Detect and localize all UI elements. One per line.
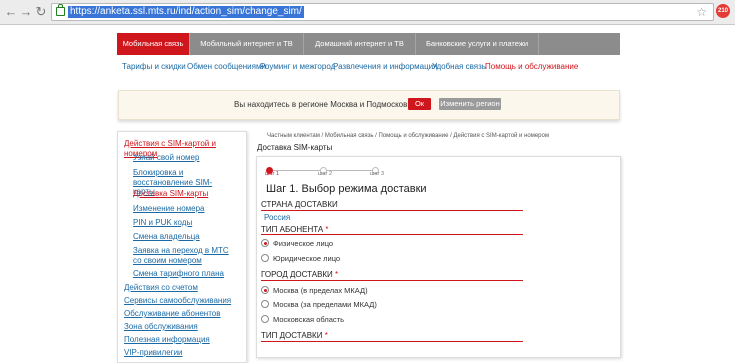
region-banner: Вы находитесь в регионе Москва и Подмоск… [118, 90, 620, 120]
required-mark: * [324, 331, 328, 340]
radio-label: Московская область [273, 315, 344, 324]
radio-button-selected[interactable] [261, 239, 269, 247]
subnav-convenient[interactable]: Удобная связь [432, 62, 486, 71]
url-text[interactable]: https://anketa.ssl.mts.ru/ind/action_sim… [68, 6, 304, 18]
sidebar-item-change-owner[interactable]: Смена владельца [133, 232, 200, 242]
sidebar-item-port-in[interactable]: Заявка на переход в МТС со своим номером [133, 246, 233, 265]
step-3-label: шаг 3 [370, 171, 385, 177]
city-label: ГОРОД ДОСТАВКИ * [261, 270, 338, 279]
step-1-label: шаг 1 [265, 171, 280, 177]
radio-legal-entity[interactable]: Юридическое лицо [261, 254, 340, 263]
radio-button[interactable] [261, 315, 269, 323]
sidebar: Действия с SIM-картой и номером Узнай св… [117, 131, 247, 363]
step-title: Шаг 1. Выбор режима доставки [266, 183, 427, 195]
divider [261, 341, 523, 342]
reload-icon[interactable]: ↻ [34, 4, 48, 20]
subscriber-type-label: ТИП АБОНЕНТА * [261, 225, 329, 234]
sidebar-item-know-number[interactable]: Узнай свой номер [133, 153, 199, 163]
tab-banking[interactable]: Банковские услуги и платежи [416, 33, 539, 55]
back-icon[interactable]: ← [4, 4, 18, 20]
ok-button[interactable]: Ок [408, 98, 431, 110]
tab-mobile[interactable]: Мобильная связь [117, 33, 190, 55]
required-mark: * [335, 270, 339, 279]
main-nav: Мобильная связь Мобильный интернет и ТВ … [117, 33, 620, 55]
sidebar-item-pin-puk[interactable]: PIN и PUK коды [133, 218, 192, 228]
sidebar-item-sim-delivery[interactable]: Доставка SIM-карты [133, 189, 208, 199]
change-region-button[interactable]: Изменить регион [439, 98, 501, 110]
browser-toolbar: ← → ↻ https://anketa.ssl.mts.ru/ind/acti… [0, 0, 735, 25]
radio-button[interactable] [261, 254, 269, 262]
radio-button-selected[interactable] [261, 286, 269, 294]
address-bar[interactable]: https://anketa.ssl.mts.ru/ind/action_sim… [51, 3, 714, 21]
subnav-roaming[interactable]: Роуминг и межгород [260, 62, 335, 71]
delivery-type-text: ТИП ДОСТАВКИ [261, 331, 323, 340]
sidebar-item-coverage[interactable]: Зона обслуживания [124, 322, 198, 332]
bookmark-star-icon[interactable]: ☆ [696, 5, 707, 19]
subnav-help[interactable]: Помощь и обслуживание [485, 62, 578, 71]
tab-mobile-internet[interactable]: Мобильный интернет и ТВ [190, 33, 304, 55]
subnav-entertainment[interactable]: Развлечения и информация [333, 62, 437, 71]
sidebar-item-account[interactable]: Действия со счетом [124, 283, 198, 293]
radio-moscow-region[interactable]: Московская область [261, 315, 344, 324]
country-select[interactable]: Россия [264, 213, 290, 222]
radio-label: Москва (в пределах МКАД) [273, 286, 368, 295]
radio-moscow-inside[interactable]: Москва (в пределах МКАД) [261, 286, 368, 295]
page-title: Доставка SIM-карты [257, 143, 333, 152]
country-label: СТРАНА ДОСТАВКИ [261, 200, 338, 209]
subscriber-type-text: ТИП АБОНЕНТА [261, 225, 324, 234]
sidebar-item-subscriber-service[interactable]: Обслуживание абонентов [124, 309, 221, 319]
sidebar-item-change-tariff[interactable]: Смена тарифного плана [133, 269, 224, 279]
sidebar-item-useful-info[interactable]: Полезная информация [124, 335, 210, 345]
divider [261, 280, 523, 281]
sidebar-item-self-service[interactable]: Сервисы самообслуживания [124, 296, 231, 306]
breadcrumb[interactable]: Частным клиентам / Мобильная связь / Пом… [267, 133, 549, 139]
forward-icon[interactable]: → [19, 4, 33, 20]
radio-label: Физическое лицо [273, 239, 334, 248]
delivery-type-label: ТИП ДОСТАВКИ * [261, 331, 328, 340]
required-mark: * [325, 225, 329, 234]
radio-button[interactable] [261, 300, 269, 308]
sidebar-item-vip[interactable]: VIP-привилегии [124, 348, 183, 358]
region-message: Вы находитесь в регионе Москва и Подмоск… [234, 100, 419, 109]
subnav-tariffs[interactable]: Тарифы и скидки [122, 62, 186, 71]
lock-icon [56, 4, 65, 16]
radio-label: Юридическое лицо [273, 254, 341, 263]
radio-moscow-outside[interactable]: Москва (за пределами МКАД) [261, 300, 377, 309]
city-label-text: ГОРОД ДОСТАВКИ [261, 270, 333, 279]
divider [261, 210, 523, 211]
step-2-label: шаг 2 [318, 171, 333, 177]
extension-icon[interactable]: 210 [716, 4, 730, 18]
divider [261, 234, 523, 235]
tab-home-internet[interactable]: Домашний интернет и ТВ [304, 33, 416, 55]
radio-individual[interactable]: Физическое лицо [261, 239, 333, 248]
radio-label: Москва (за пределами МКАД) [273, 300, 377, 309]
subnav-messaging[interactable]: Обмен сообщениями [187, 62, 266, 71]
sidebar-item-change-number[interactable]: Изменение номера [133, 204, 205, 214]
sub-nav: Тарифы и скидки Обмен сообщениями Роумин… [117, 60, 620, 74]
